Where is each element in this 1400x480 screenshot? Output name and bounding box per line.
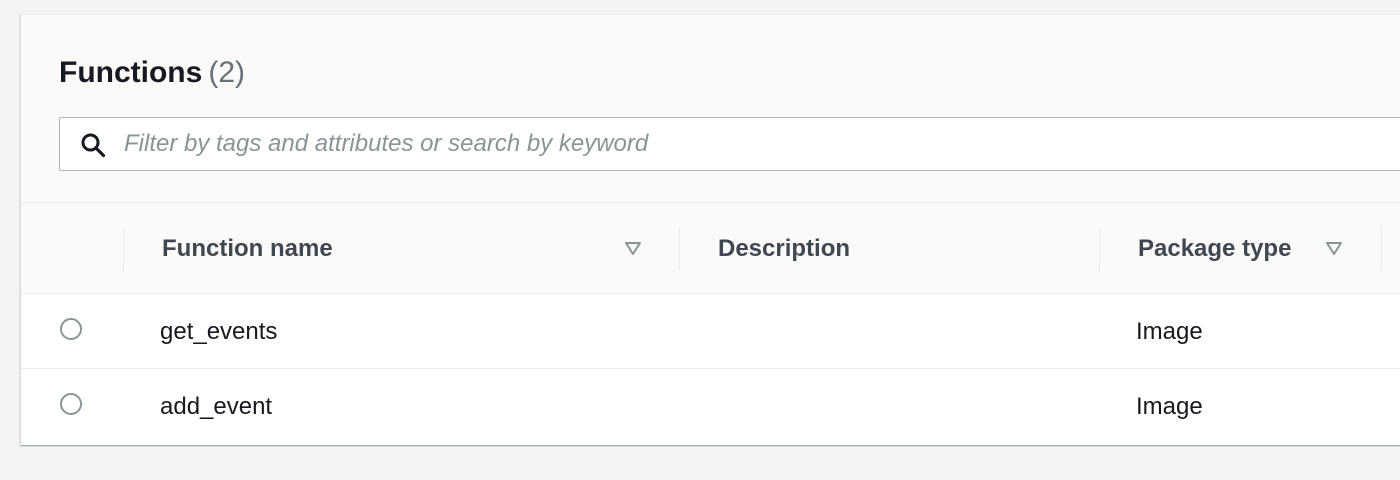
- column-header-description: Description: [718, 231, 850, 267]
- table-row[interactable]: add_event Image: [21, 369, 1400, 443]
- panel-title-text: Functions: [59, 56, 203, 89]
- sort-caret-down-icon[interactable]: [624, 241, 642, 257]
- panel-title: Functions (2): [59, 53, 245, 93]
- row-select-radio[interactable]: [60, 318, 82, 340]
- column-header-label: Package type: [1138, 235, 1292, 262]
- search-box[interactable]: [59, 117, 1400, 171]
- function-name-link[interactable]: get_events: [160, 314, 277, 350]
- column-header-label: Function name: [162, 235, 333, 262]
- function-count: (2): [208, 56, 245, 89]
- column-divider: [1381, 227, 1382, 271]
- function-name-link[interactable]: add_event: [160, 389, 272, 425]
- row-select-radio[interactable]: [60, 393, 82, 415]
- search-input[interactable]: [124, 118, 1400, 170]
- package-type-cell: Image: [1136, 318, 1203, 345]
- column-header-function-name[interactable]: Function name: [162, 231, 333, 267]
- table-row[interactable]: get_events Image: [21, 294, 1400, 369]
- column-divider: [679, 227, 680, 271]
- sort-caret-down-icon[interactable]: [1325, 241, 1343, 257]
- table-header: Function name Description Package type: [21, 203, 1400, 294]
- search-icon: [81, 133, 106, 158]
- column-header-package-type[interactable]: Package type: [1138, 231, 1291, 267]
- column-divider: [1099, 227, 1100, 271]
- functions-panel: Functions(2) Function name Description P…: [20, 14, 1400, 445]
- column-header-label: Description: [718, 235, 851, 262]
- panel-header: Functions (2): [21, 15, 1400, 203]
- package-type-cell: Image: [1136, 393, 1203, 420]
- column-divider: [123, 227, 124, 271]
